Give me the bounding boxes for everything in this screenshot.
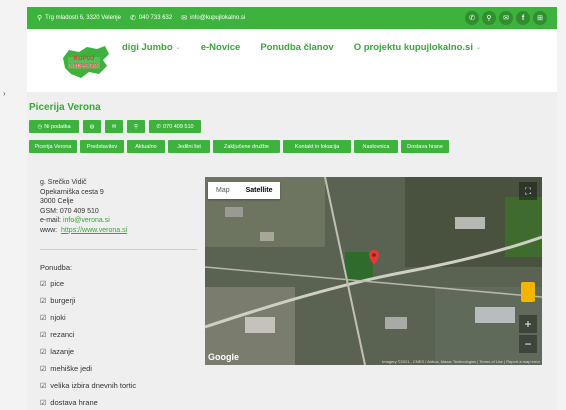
tab-satellite[interactable]: Satellite bbox=[238, 182, 281, 199]
zoom-in-button[interactable]: + bbox=[519, 315, 537, 333]
checkbox-icon: ☑ bbox=[40, 331, 47, 339]
contact-info: g. Srečko Vidič Opekarniška cesta 9 3000… bbox=[40, 178, 127, 235]
facebook-icon[interactable]: f bbox=[516, 11, 530, 25]
contact-www-row: www: https://www.verona.si bbox=[40, 226, 128, 234]
checkbox-icon: ☑ bbox=[40, 399, 47, 407]
list-item: ☑ dostava hrane bbox=[40, 398, 98, 407]
nav-digi-jumbo[interactable]: digi Jumbo ⌄ bbox=[122, 42, 181, 53]
nav-e-novice[interactable]: e-Novice bbox=[201, 42, 241, 53]
contact-email-row: e-mail: info@verona.si bbox=[40, 217, 110, 224]
phone-button[interactable]: ✆ 070 409 510 bbox=[149, 120, 201, 133]
map-attribution[interactable]: Imagery ©2021 , CNES / Airbus, Maxar Tec… bbox=[382, 359, 540, 364]
section-dostava-hrane[interactable]: Dostava hrane bbox=[401, 140, 449, 153]
map-pin-icon: ⚲ bbox=[37, 15, 43, 22]
phone-item[interactable]: ✆ 040 733 632 bbox=[130, 14, 172, 22]
map-pin-icon[interactable]: ⚲ bbox=[482, 11, 496, 25]
list-item: ☑ mehiške jedi bbox=[40, 364, 92, 373]
top-contact-bar: ⚲ Trg mladosti 6, 3320 Velenje ✆ 040 733 6… bbox=[27, 7, 557, 29]
mail-icon: ✉ bbox=[181, 15, 188, 22]
chevron-down-icon: ⌄ bbox=[175, 45, 181, 51]
address-item: ⚲ Trg mladosti 6, 3320 Velenje bbox=[37, 14, 121, 22]
email-item[interactable]: ✉ info@kupujlokalno.si bbox=[181, 14, 245, 22]
email-button[interactable]: ✉ bbox=[105, 120, 123, 133]
checkbox-icon: ☑ bbox=[40, 280, 47, 288]
map-marker-icon[interactable] bbox=[369, 250, 379, 270]
contact-email-link[interactable]: info@verona.si bbox=[63, 217, 110, 224]
tab-map[interactable]: Map bbox=[208, 182, 238, 199]
section-aktualno[interactable]: Aktualno bbox=[127, 140, 165, 153]
section-picerija-verona[interactable]: Picerija Verona bbox=[29, 140, 77, 153]
nav-o-projektu[interactable]: O projektu kupujlokalno.si ⌄ bbox=[354, 42, 481, 53]
section-predstavitev[interactable]: Predstavitev bbox=[80, 140, 124, 153]
phone-icon: ✆ bbox=[156, 123, 161, 130]
divider bbox=[40, 249, 197, 250]
section-kontakt-lokacija[interactable]: Kontakt in lokacija bbox=[283, 140, 351, 153]
list-item: ☑ burgerji bbox=[40, 296, 76, 305]
email-text: info@kupujlokalno.si bbox=[190, 15, 246, 21]
svg-text:LOKALNO: LOKALNO bbox=[69, 64, 99, 70]
section-jedilni-list[interactable]: Jedilni list bbox=[168, 140, 210, 153]
svg-text:KUPUJ: KUPUJ bbox=[74, 56, 94, 62]
map-type-tabs: Map Satellite bbox=[208, 182, 281, 199]
chevron-down-icon: ⌄ bbox=[475, 45, 482, 51]
mail-icon[interactable]: ✉ bbox=[499, 11, 513, 25]
contact-city: 3000 Celje bbox=[40, 198, 74, 205]
page-title: Picerija Verona bbox=[29, 102, 101, 113]
address-text: Trg mladosti 6, 3320 Velenje bbox=[45, 15, 121, 21]
phone-icon: ✆ bbox=[129, 15, 136, 22]
main-nav: digi Jumbo ⌄ e-Novice Ponudba članov O pr… bbox=[122, 42, 481, 53]
sitemap-icon[interactable]: ⊞ bbox=[533, 11, 547, 25]
globe-icon: ◍ bbox=[89, 123, 95, 130]
zoom-out-button[interactable]: − bbox=[519, 335, 537, 353]
checkbox-icon: ☑ bbox=[40, 348, 47, 356]
fullscreen-icon[interactable]: ⛶ bbox=[519, 182, 537, 200]
site-header: KUPUJ LOKALNO digi Jumbo ⌄ e-Novice Ponud… bbox=[27, 29, 557, 92]
contact-gsm: GSM: 070 409 510 bbox=[40, 207, 99, 215]
website-button[interactable]: ◍ bbox=[83, 120, 101, 133]
map-pin-icon: ⚲ bbox=[133, 123, 139, 130]
pegman-icon[interactable] bbox=[521, 282, 535, 302]
list-item: ☑ njoki bbox=[40, 313, 66, 322]
checkbox-icon: ☑ bbox=[40, 382, 47, 390]
section-zakljucene-druzbe[interactable]: Zaključene družbe bbox=[213, 140, 280, 153]
main-content: Picerija Verona ◷ Ni podatka ◍ ✉ ⚲ ✆ 070 4… bbox=[27, 92, 557, 410]
phone-icon[interactable]: ✆ bbox=[465, 11, 479, 25]
list-item: ☑ rezanci bbox=[40, 330, 75, 339]
list-item: ☑ lazanje bbox=[40, 347, 75, 356]
list-item: ☑ pice bbox=[40, 279, 65, 288]
contact-street: Opekarniška cesta 9 bbox=[40, 188, 104, 196]
offer-list: ☑ pice ☑ burgerji ☑ njoki ☑ rezanci ☑ lazanje… bbox=[40, 275, 136, 410]
section-naslovnica[interactable]: Naslovnica bbox=[354, 140, 398, 153]
phone-text: 040 733 632 bbox=[138, 15, 173, 21]
contact-name: g. Srečko Vidič bbox=[40, 179, 87, 186]
contact-www-link[interactable]: https://www.verona.si bbox=[61, 227, 127, 234]
checkbox-icon: ☑ bbox=[40, 314, 47, 322]
checkbox-icon: ☑ bbox=[40, 297, 47, 305]
nav-ponudba-clanov[interactable]: Ponudba članov bbox=[260, 42, 333, 53]
site-logo[interactable]: KUPUJ LOKALNO bbox=[59, 44, 111, 80]
location-button[interactable]: ⚲ bbox=[127, 120, 145, 133]
offer-label: Ponudba: bbox=[40, 263, 73, 272]
location-map[interactable]: Map Satellite ⛶ + − Google Imagery ©2021… bbox=[205, 177, 542, 365]
list-item: ☑ velika izbira dnevnih tortic bbox=[40, 381, 137, 390]
mail-icon: ✉ bbox=[111, 123, 117, 130]
google-logo: Google bbox=[208, 352, 239, 362]
satellite-imagery bbox=[205, 177, 542, 365]
social-icons: ✆ ⚲ ✉ f ⊞ bbox=[465, 11, 547, 25]
cursor-marker: › bbox=[3, 89, 6, 98]
checkbox-icon: ☑ bbox=[40, 365, 47, 373]
status-button[interactable]: ◷ Ni podatka bbox=[29, 120, 79, 133]
clock-icon: ◷ bbox=[37, 123, 43, 130]
